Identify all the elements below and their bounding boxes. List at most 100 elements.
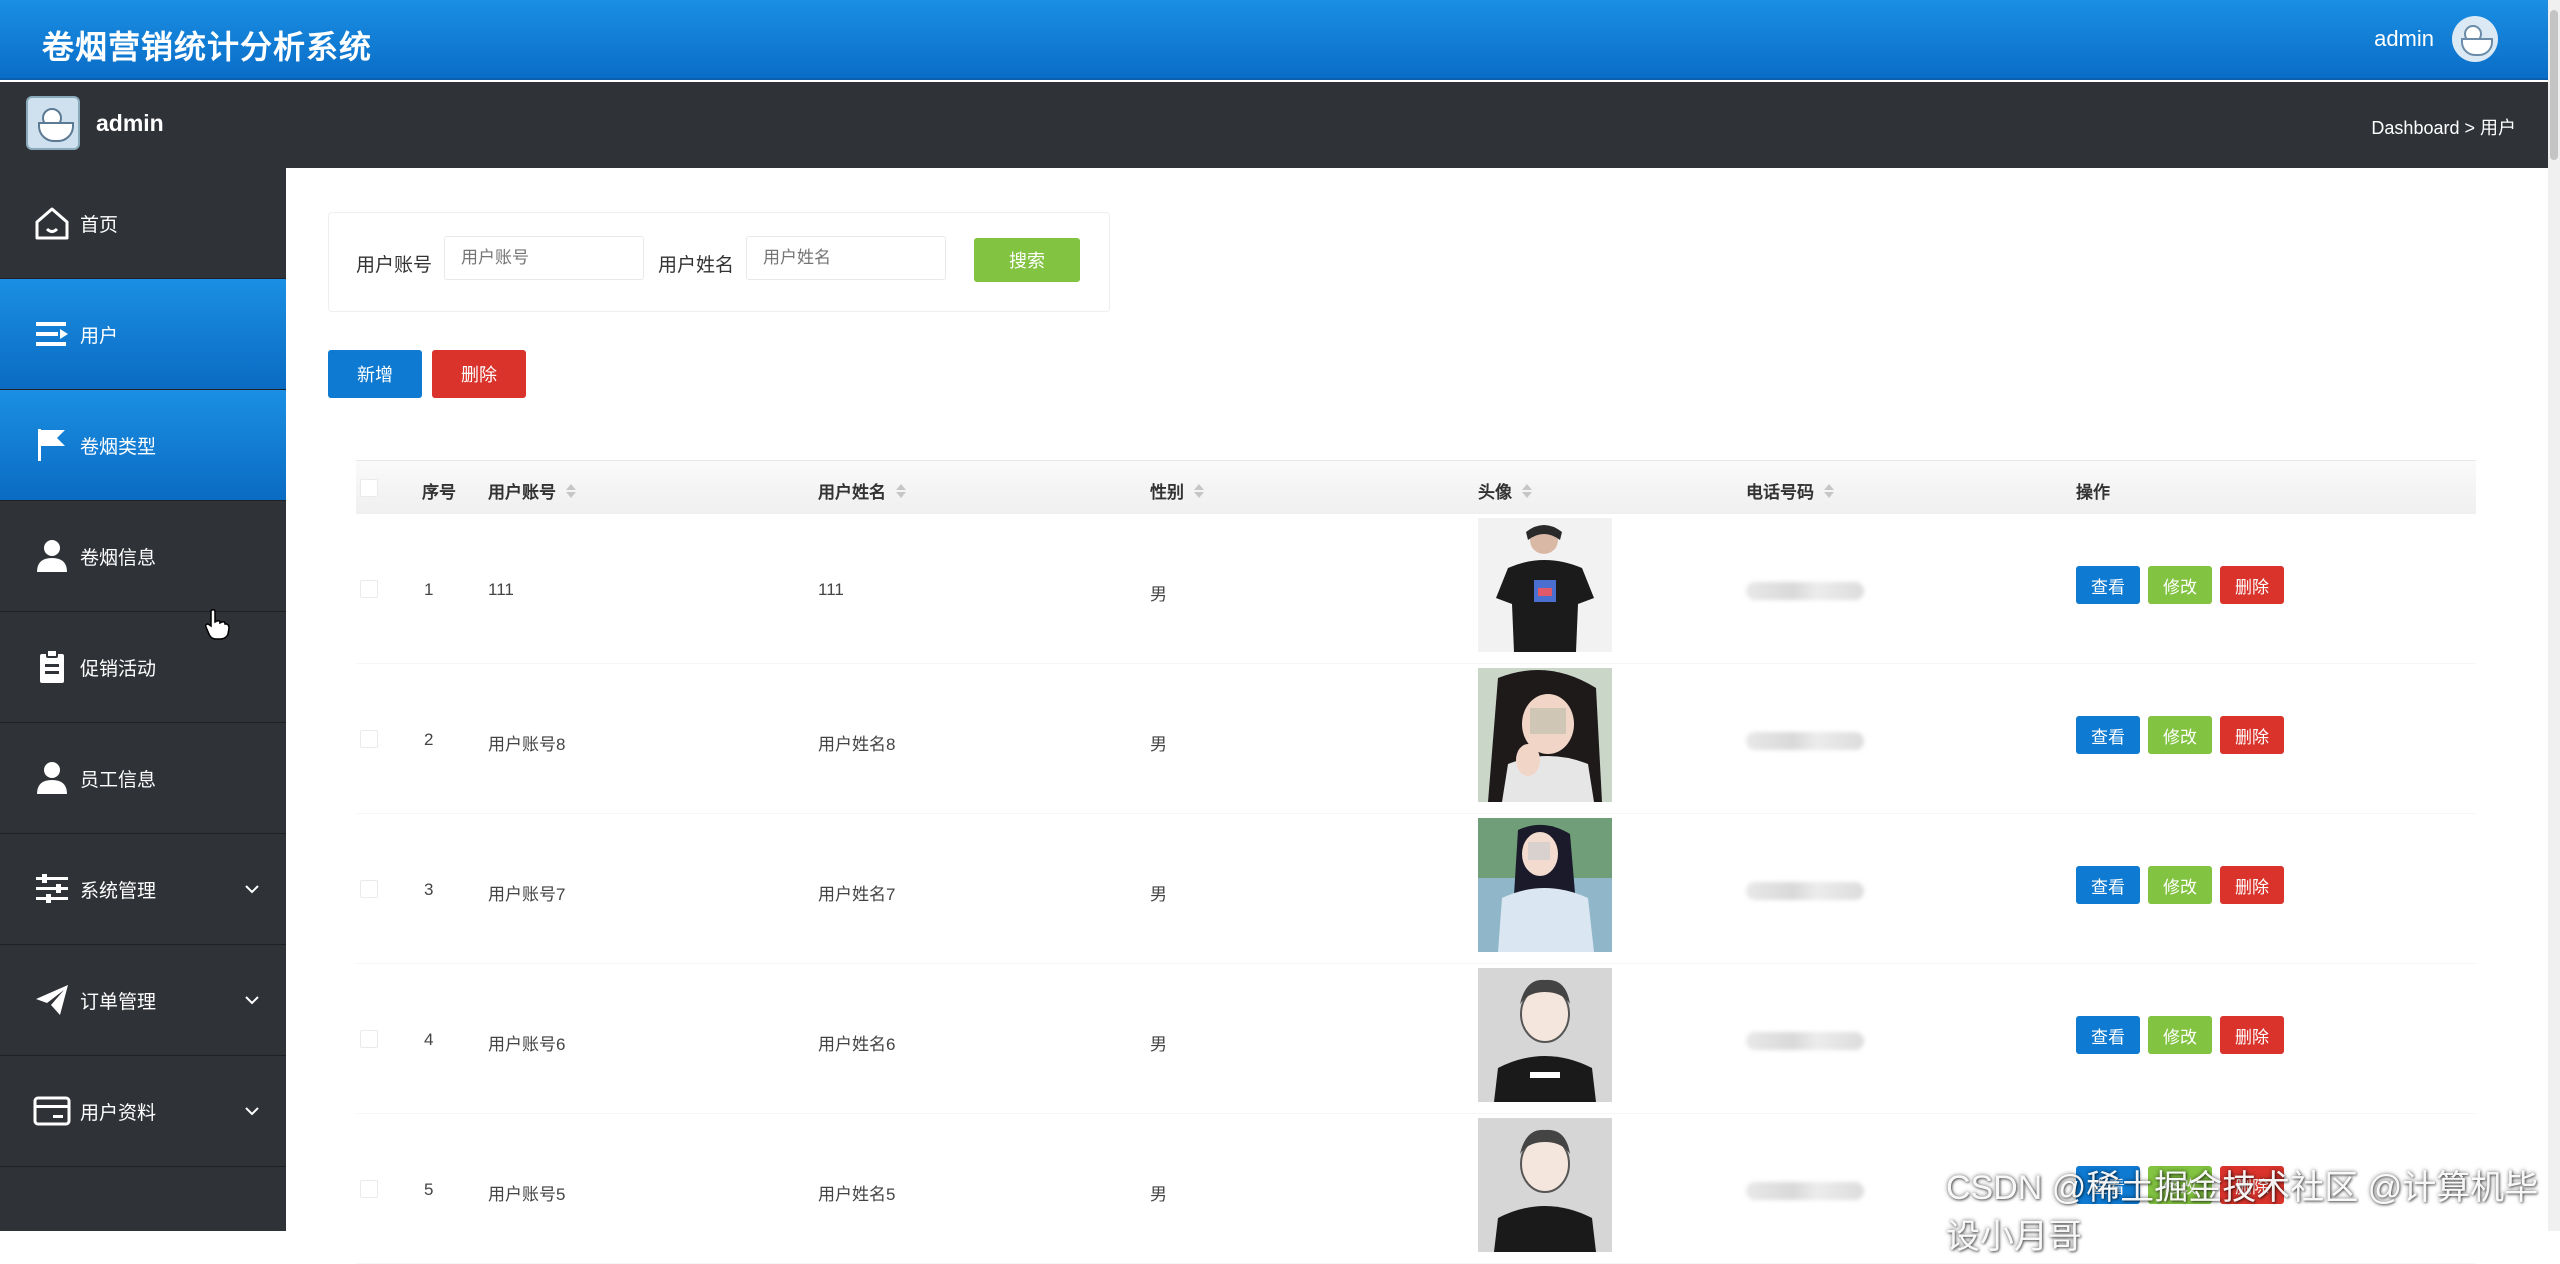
sidebar-item-system[interactable]: 系统管理 [0,834,286,945]
person-icon [32,758,72,798]
delete-button[interactable]: 删除 [2220,1016,2284,1054]
row-name: 111 [818,580,844,599]
card-icon [32,1091,72,1131]
col-account[interactable]: 用户账号 [488,478,576,503]
row-gender: 男 [1150,1035,1167,1054]
row-gender: 男 [1150,585,1167,604]
edit-button[interactable]: 修改 [2148,566,2212,604]
table-header: 序号 用户账号 用户姓名 性别 头像 电话号码 操作 [356,460,2476,514]
row-gender: 男 [1150,1185,1167,1204]
view-button[interactable]: 查看 [2076,566,2140,604]
row-checkbox[interactable] [360,1180,378,1198]
row-checkbox[interactable] [360,1030,378,1048]
chevron-down-icon [244,878,260,900]
phone-blurred [1746,582,1864,600]
clipboard-icon [32,647,72,687]
view-button[interactable]: 查看 [2076,1016,2140,1054]
breadcrumb[interactable]: Dashboard > 用户 [2371,114,2516,140]
sidebar-item-label: 首页 [80,214,119,236]
hand-cursor-icon [204,608,230,645]
sidebar-item-orders[interactable]: 订单管理 [0,945,286,1056]
sidebar-item-cigarette-info[interactable]: 卷烟信息 [0,501,286,612]
sort-icon [1824,483,1834,498]
sidebar-item-cigarette-type[interactable]: 卷烟类型 [0,390,286,501]
table-row: 4 用户账号6 用户姓名6 男 查看 修改 删除 [356,964,2476,1114]
account-label: 用户账号 [356,255,433,276]
sidebar-item-label: 订单管理 [80,991,157,1013]
sidebar-item-label: 卷烟信息 [80,547,157,569]
name-search-input[interactable] [746,236,946,280]
table-row: 2 用户账号8 用户姓名8 男 查看 修改 删除 [356,664,2476,814]
search-button[interactable]: 搜索 [974,238,1080,282]
table-row: 1 111 111 男 查看 修改 删除 [356,514,2476,664]
sidebar-item-users[interactable]: 用户 [0,279,286,390]
person-icon [32,536,72,576]
app-title: 卷烟营销统计分析系统 [42,29,373,65]
sidebar-item-profile[interactable]: 用户资料 [0,1056,286,1167]
avatar [1478,968,1612,1102]
row-name: 用户姓名8 [818,735,896,754]
sidebar-item-promotion[interactable]: 促销活动 [0,612,286,723]
chevron-down-icon [244,1100,260,1122]
sidebar-item-label: 用户 [80,325,119,347]
sidebar-item-staff[interactable]: 员工信息 [0,723,286,834]
edit-button[interactable]: 修改 [2148,866,2212,904]
menu-icon [32,314,72,354]
avatar [1478,1118,1612,1252]
col-no: 序号 [422,483,456,502]
paper-plane-icon [32,980,72,1020]
row-no: 4 [424,1030,434,1049]
sort-icon [1522,483,1532,498]
phone-blurred [1746,1182,1864,1200]
avatar [1478,818,1612,952]
row-name: 用户姓名6 [818,1035,896,1054]
row-no: 2 [424,730,434,749]
col-name[interactable]: 用户姓名 [818,478,906,503]
sub-header: admin Dashboard > 用户 [0,82,2548,168]
avatar [1478,518,1612,652]
edit-button[interactable]: 修改 [2148,1016,2212,1054]
row-checkbox[interactable] [360,730,378,748]
row-checkbox[interactable] [360,880,378,898]
select-all-checkbox[interactable] [360,479,378,497]
avatar [1478,668,1612,802]
sidebar-user: admin [26,96,164,150]
delete-button[interactable]: 删除 [2220,866,2284,904]
top-username[interactable]: admin [2374,26,2434,52]
col-avatar[interactable]: 头像 [1478,478,1532,503]
row-account: 用户账号6 [488,1035,566,1054]
sidebar-item-home[interactable]: 首页 [0,168,286,279]
row-checkbox[interactable] [360,580,378,598]
edit-button[interactable]: 修改 [2148,716,2212,754]
sliders-icon [32,869,72,909]
sidebar-item-label: 卷烟类型 [80,436,157,458]
top-header: 卷烟营销统计分析系统 admin [0,0,2548,80]
top-user-menu[interactable]: admin [2374,16,2498,62]
sidebar-item-label: 员工信息 [80,769,157,791]
view-button[interactable]: 查看 [2076,716,2140,754]
row-account: 111 [488,580,514,599]
scrollbar-thumb[interactable] [2550,10,2558,160]
sidebar-item-label: 用户资料 [80,1102,157,1124]
phone-blurred [1746,732,1864,750]
delete-button[interactable]: 删除 [2220,716,2284,754]
sort-icon [1194,483,1204,498]
main-content: 用户账号 用户姓名 搜索 新增 删除 序号 用户账号 用户姓名 性别 头像 电话… [286,168,2548,1264]
phone-blurred [1746,1032,1864,1050]
flag-icon [32,425,72,465]
col-gender[interactable]: 性别 [1150,478,1204,503]
row-account: 用户账号8 [488,735,566,754]
vertical-scrollbar[interactable] [2548,0,2560,1231]
view-button[interactable]: 查看 [2076,866,2140,904]
add-button[interactable]: 新增 [328,350,422,398]
row-no: 3 [424,880,434,899]
delete-button[interactable]: 删除 [2220,566,2284,604]
top-avatar[interactable] [2452,16,2498,62]
delete-selected-button[interactable]: 删除 [432,350,526,398]
account-search-input[interactable] [444,236,644,280]
chevron-down-icon [244,989,260,1011]
row-gender: 男 [1150,885,1167,904]
col-phone[interactable]: 电话号码 [1746,478,1834,503]
row-name: 用户姓名7 [818,885,896,904]
row-name: 用户姓名5 [818,1185,896,1204]
